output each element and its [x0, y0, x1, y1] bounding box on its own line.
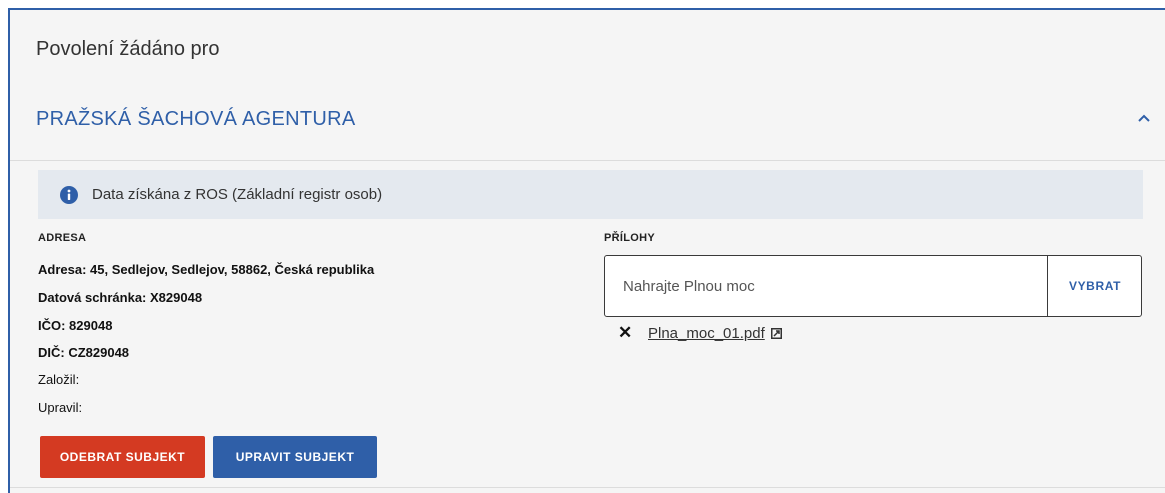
address-line: Adresa: 45, Sedlejov, Sedlejov, 58862, Č…: [38, 262, 375, 277]
subject-name: PRAŽSKÁ ŠACHOVÁ AGENTURA: [36, 108, 356, 130]
attachments-label: PŘÍLOHY: [604, 232, 655, 244]
address-label: ADRESA: [38, 232, 87, 244]
close-icon[interactable]: ✕: [618, 323, 634, 343]
attachment-link[interactable]: Plna_moc_01.pdf: [648, 325, 765, 342]
section-title: Povolení žádáno pro: [36, 38, 220, 60]
external-link-icon[interactable]: [770, 327, 782, 339]
founded-by-line: Založil:: [38, 372, 80, 387]
upload-field[interactable]: Nahrajte Plnou moc VYBRAT: [604, 255, 1142, 317]
upload-placeholder: Nahrajte Plnou moc: [623, 278, 755, 295]
info-icon: [60, 185, 78, 204]
attachment-item: ✕ Plna_moc_01.pdf: [618, 322, 782, 344]
info-banner: Data získána z ROS (Základní registr oso…: [38, 170, 1143, 219]
ico-line: IČO: 829048: [38, 318, 113, 333]
divider: [10, 160, 1165, 161]
dic-line: DIČ: CZ829048: [38, 345, 130, 360]
divider: [10, 487, 1165, 488]
edit-subject-button[interactable]: UPRAVIT SUBJEKT: [213, 436, 377, 478]
subject-header[interactable]: PRAŽSKÁ ŠACHOVÁ AGENTURA: [36, 104, 1156, 144]
remove-subject-button[interactable]: ODEBRAT SUBJEKT: [40, 436, 205, 478]
chevron-up-icon[interactable]: [1130, 104, 1158, 132]
permission-panel: Povolení žádáno pro PRAŽSKÁ ŠACHOVÁ AGEN…: [8, 8, 1165, 493]
info-text: Data získána z ROS (Základní registr oso…: [92, 186, 383, 203]
data-box-line: Datová schránka: X829048: [38, 290, 203, 305]
select-file-button[interactable]: VYBRAT: [1048, 256, 1142, 316]
modified-by-line: Upravil:: [38, 400, 83, 415]
